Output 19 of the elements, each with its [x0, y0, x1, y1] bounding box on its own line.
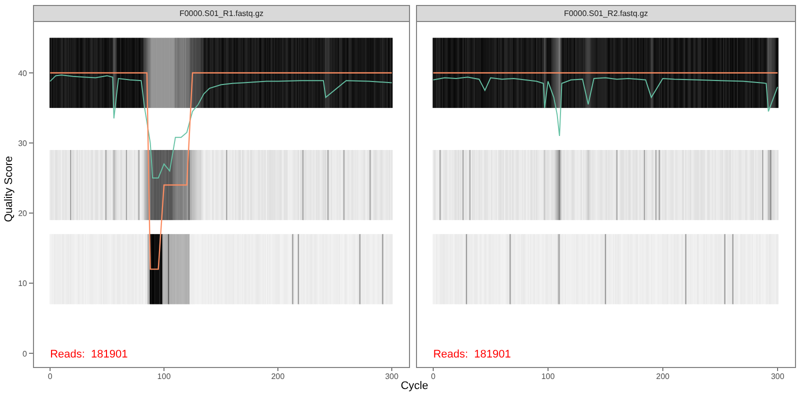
reads-count: Reads: 181901: [433, 348, 511, 360]
tick-label: 200: [271, 372, 285, 381]
tick-label: 10: [18, 279, 27, 288]
tick-label: 0: [22, 349, 27, 358]
facet-title: F0000.S01_R1.fastq.gz: [33, 5, 410, 21]
tick-label: 20: [18, 209, 27, 218]
axis-title: Cycle: [400, 380, 428, 392]
tick-label: 0: [48, 372, 52, 381]
tick-label: 40: [18, 68, 27, 78]
tick-label: 300: [385, 372, 398, 381]
tick-label: 300: [770, 372, 784, 381]
facet-title: F0000.S01_R2.fastq.gz: [416, 5, 796, 21]
tick-label: 0: [431, 372, 436, 381]
reads-count: Reads: 181901: [50, 348, 128, 360]
tick-label: 100: [541, 372, 555, 381]
tick-label: 30: [18, 138, 27, 148]
tick-label: 100: [157, 372, 171, 381]
tick-label: 200: [656, 372, 670, 381]
axis-title: Quality Score: [3, 156, 15, 222]
